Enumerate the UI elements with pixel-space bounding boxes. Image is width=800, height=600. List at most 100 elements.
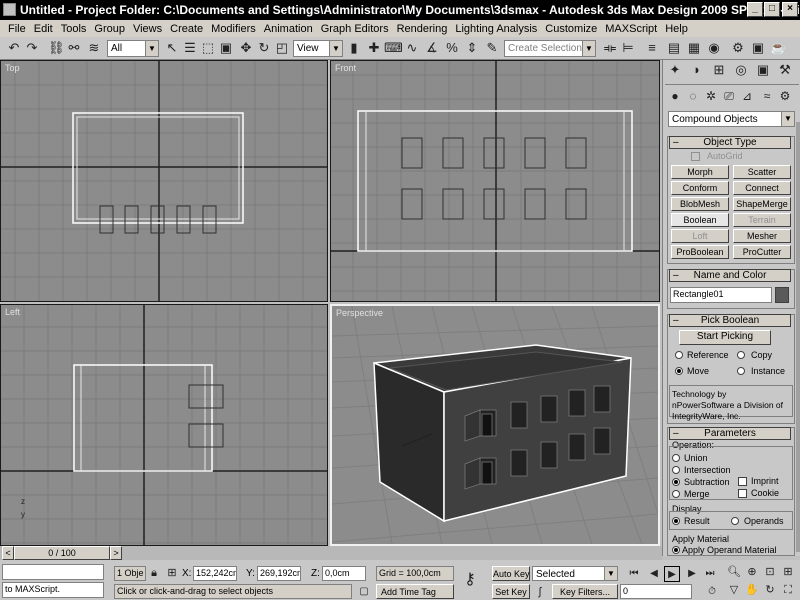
time-tag-icon[interactable]: ▢: [356, 584, 372, 600]
viewport-front[interactable]: Front: [330, 60, 660, 302]
prev-frame-arrow-icon[interactable]: <: [2, 546, 14, 560]
menu-animation[interactable]: Animation: [260, 23, 317, 35]
play-icon[interactable]: ▶: [664, 566, 680, 582]
cookie-checkbox[interactable]: [738, 489, 747, 498]
cameras-icon[interactable]: ⎚: [721, 88, 737, 104]
merge-radio[interactable]: [672, 490, 680, 498]
viewport-label-perspective[interactable]: Perspective: [336, 308, 383, 318]
maximize-viewport-icon[interactable]: ⛶: [780, 582, 796, 598]
zoom-extents-all-icon[interactable]: ⊞: [780, 564, 796, 580]
next-frame-arrow-icon[interactable]: >: [110, 546, 122, 560]
selection-filter-dropdown[interactable]: All ▼: [107, 40, 159, 57]
loft-button[interactable]: Loft: [671, 229, 729, 243]
pan-view-icon[interactable]: ✋: [744, 582, 760, 598]
time-slider-track[interactable]: < 0 / 100 >: [0, 546, 662, 560]
conform-button[interactable]: Conform: [671, 181, 729, 195]
rectangular-selection-icon[interactable]: ⬚: [200, 40, 216, 56]
operands-radio[interactable]: [731, 517, 739, 525]
next-frame-icon[interactable]: ▶: [684, 566, 700, 582]
select-by-name-icon[interactable]: ☰: [182, 40, 198, 56]
layer-manager-icon[interactable]: ≡: [644, 40, 660, 56]
rendered-frame-window-icon[interactable]: ▣: [750, 40, 766, 56]
viewport-label-top[interactable]: Top: [5, 63, 20, 73]
add-time-tag-button[interactable]: Add Time Tag: [376, 584, 454, 599]
redo-icon[interactable]: ↷: [24, 40, 40, 56]
go-to-start-icon[interactable]: ⏮: [626, 566, 642, 582]
systems-icon[interactable]: ⚙: [777, 88, 793, 104]
connect-button[interactable]: Connect: [733, 181, 791, 195]
object-category-dropdown[interactable]: Compound Objects ▼: [668, 111, 795, 127]
procutter-button[interactable]: ProCutter: [733, 245, 791, 259]
snaps-toggle-icon[interactable]: ∿: [404, 40, 420, 56]
union-radio[interactable]: [672, 454, 680, 462]
previous-frame-icon[interactable]: ◀: [646, 566, 662, 582]
apply-operand-material-radio[interactable]: [672, 546, 680, 554]
render-setup-icon[interactable]: ⚙: [730, 40, 746, 56]
start-picking-button[interactable]: Start Picking: [679, 330, 771, 345]
close-button[interactable]: ×: [782, 2, 798, 17]
name-color-rollout-header[interactable]: – Name and Color: [669, 269, 791, 282]
mirror-icon[interactable]: ⟚: [602, 40, 618, 56]
z-coordinate-input[interactable]: 0,0cm: [322, 566, 366, 581]
material-editor-icon[interactable]: ◉: [706, 40, 722, 56]
undo-icon[interactable]: ↶: [6, 40, 22, 56]
imprint-checkbox[interactable]: [738, 477, 747, 486]
select-and-manipulate-icon[interactable]: ✚: [366, 40, 382, 56]
edit-named-selection-icon[interactable]: ✎: [484, 40, 500, 56]
shapemerge-button[interactable]: ShapeMerge: [733, 197, 791, 211]
mesher-button[interactable]: Mesher: [733, 229, 791, 243]
go-to-end-icon[interactable]: ⏭: [702, 566, 718, 582]
maxscript-listener-top[interactable]: [2, 564, 104, 580]
unlink-icon[interactable]: ⚯: [66, 40, 82, 56]
spinner-snap-icon[interactable]: ⇕: [464, 40, 480, 56]
menu-maxscript[interactable]: MAXScript: [601, 23, 661, 35]
percent-snap-icon[interactable]: %: [444, 40, 460, 56]
object-name-input[interactable]: Rectangle01: [670, 287, 772, 303]
display-tab-icon[interactable]: ▣: [755, 62, 771, 78]
shapes-icon[interactable]: ◌: [685, 88, 701, 104]
orbit-icon[interactable]: ↻: [762, 582, 778, 598]
menu-lighting-analysis[interactable]: Lighting Analysis: [451, 23, 541, 35]
object-color-swatch[interactable]: [775, 287, 789, 303]
current-frame-input[interactable]: 0: [620, 584, 692, 599]
zoom-icon[interactable]: 🔍︎: [726, 564, 742, 580]
create-tab-icon[interactable]: ✦: [667, 62, 683, 78]
select-and-link-icon[interactable]: ⛓: [48, 40, 65, 56]
time-configuration-icon[interactable]: ⏱: [704, 584, 720, 600]
viewport-label-front[interactable]: Front: [335, 63, 356, 73]
reference-coordinate-dropdown[interactable]: View ▼: [293, 40, 343, 57]
menu-rendering[interactable]: Rendering: [393, 23, 452, 35]
proboolean-button[interactable]: ProBoolean: [671, 245, 729, 259]
terrain-button[interactable]: Terrain: [733, 213, 791, 227]
viewport-top[interactable]: Top: [0, 60, 328, 302]
render-production-icon[interactable]: ☕: [770, 40, 786, 56]
move-radio[interactable]: [675, 367, 683, 375]
align-icon[interactable]: ⊨: [620, 40, 636, 56]
time-slider-thumb[interactable]: 0 / 100: [14, 546, 110, 560]
select-object-icon[interactable]: ↖: [164, 40, 180, 56]
viewport-label-left[interactable]: Left: [5, 307, 20, 317]
menu-customize[interactable]: Customize: [541, 23, 601, 35]
object-type-rollout-header[interactable]: – Object Type: [669, 136, 791, 149]
menu-help[interactable]: Help: [661, 23, 692, 35]
window-crossing-icon[interactable]: ▣: [218, 40, 234, 56]
menu-views[interactable]: Views: [129, 23, 166, 35]
key-filters-button[interactable]: Key Filters...: [552, 584, 618, 599]
menu-create[interactable]: Create: [166, 23, 207, 35]
absolute-mode-icon[interactable]: ⊞: [164, 565, 180, 581]
zoom-extents-icon[interactable]: ⊡: [762, 564, 778, 580]
autogrid-checkbox[interactable]: [691, 152, 700, 161]
result-radio[interactable]: [672, 517, 680, 525]
key-mode-dropdown[interactable]: Selected ▼: [532, 566, 618, 581]
boolean-button[interactable]: Boolean: [671, 213, 729, 227]
pivot-center-icon[interactable]: ▮: [346, 40, 362, 56]
lights-icon[interactable]: ✲: [703, 88, 719, 104]
instance-radio[interactable]: [737, 367, 745, 375]
helpers-icon[interactable]: ⊿: [739, 88, 755, 104]
parameters-rollout-header[interactable]: – Parameters: [669, 427, 791, 440]
bind-space-warp-icon[interactable]: ≋: [86, 40, 102, 56]
copy-radio[interactable]: [737, 351, 745, 359]
intersection-radio[interactable]: [672, 466, 680, 474]
maxscript-listener[interactable]: to MAXScript.: [2, 582, 104, 598]
reference-radio[interactable]: [675, 351, 683, 359]
